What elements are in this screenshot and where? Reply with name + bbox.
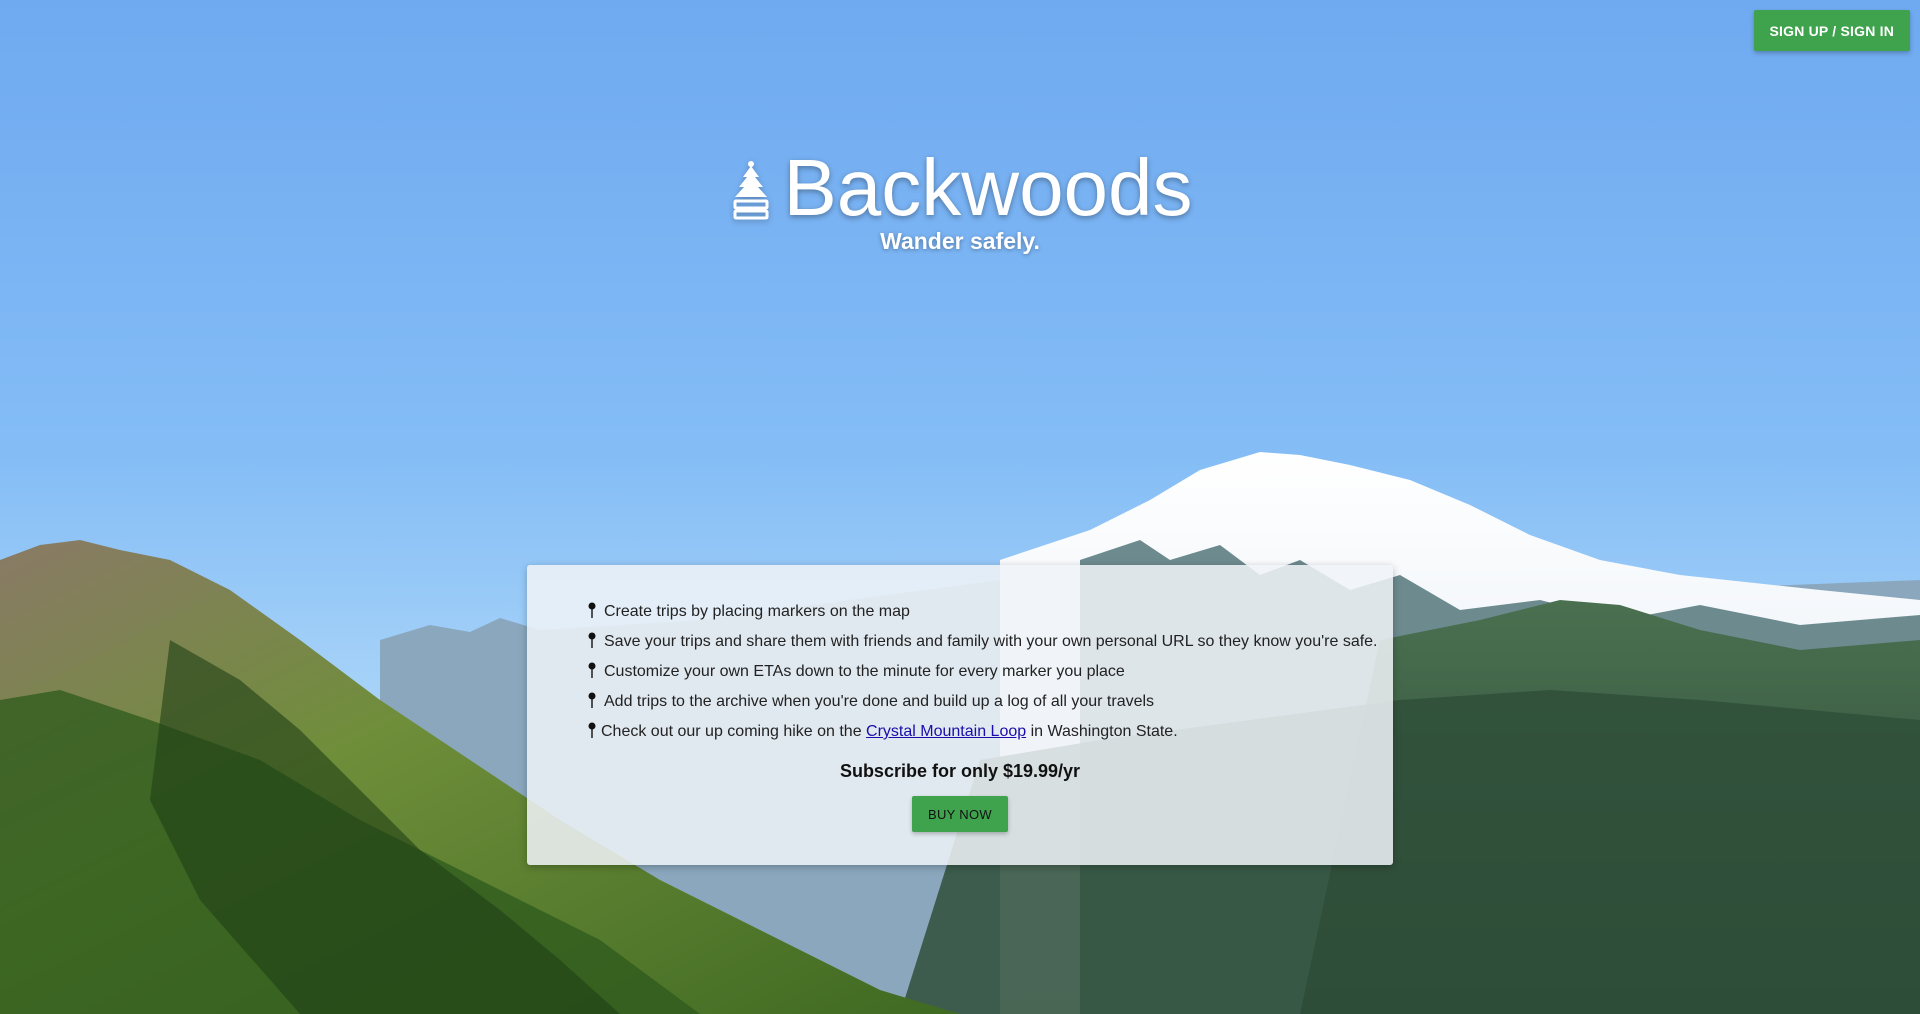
brand-header: Backwoods Wander safely. (0, 140, 1920, 255)
feature-item: Customize your own ETAs down to the minu… (587, 662, 1393, 693)
hike-prefix: Check out our up coming hike on the (601, 723, 867, 740)
buy-now-button[interactable]: BUY NOW (912, 796, 1008, 832)
brand-tagline: Wander safely. (880, 228, 1040, 254)
map-pin-icon (588, 692, 596, 708)
subscribe-text: Subscribe for only $19.99/yr (839, 761, 1081, 781)
feature-item: Create trips by placing markers on the m… (587, 602, 1393, 633)
map-pin-icon (588, 722, 596, 738)
feature-item: Save your trips and share them with frie… (587, 632, 1393, 663)
map-pin-icon (588, 602, 596, 618)
feature-text: Create trips by placing markers on the m… (604, 603, 910, 620)
sign-in-button[interactable]: SIGN UP / SIGN IN (1753, 10, 1910, 51)
hike-text: Check out our up coming hike on the Crys… (601, 723, 1178, 741)
feature-list: Create trips by placing markers on the m… (587, 602, 1393, 753)
hike-suffix: in Washington State. (1026, 723, 1178, 740)
feature-item-hike: Check out our up coming hike on the Crys… (587, 722, 1393, 753)
brand-row: Backwoods (727, 140, 1193, 236)
map-pin-icon (588, 632, 596, 648)
map-pin-icon (588, 662, 596, 678)
features-card: Create trips by placing markers on the m… (527, 565, 1393, 865)
brand-title: Backwoods (783, 143, 1193, 232)
feature-text: Add trips to the archive when you're don… (604, 693, 1155, 710)
feature-text: Save your trips and share them with frie… (604, 633, 1378, 650)
feature-text: Customize your own ETAs down to the minu… (604, 663, 1125, 680)
pine-tree-icon (733, 161, 769, 220)
feature-item: Add trips to the archive when you're don… (587, 692, 1393, 723)
crystal-mountain-loop-link[interactable]: Crystal Mountain Loop (866, 723, 1026, 740)
